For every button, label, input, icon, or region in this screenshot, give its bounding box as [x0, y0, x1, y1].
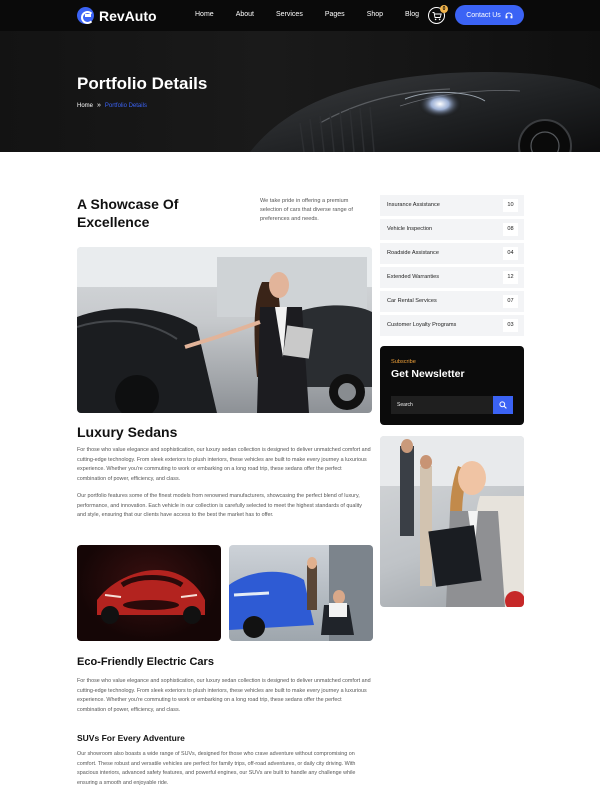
showroom-photo-art — [77, 247, 372, 413]
nav-services[interactable]: Services — [276, 11, 303, 18]
service-label: Insurance Assistance — [387, 202, 440, 208]
service-count: 04 — [503, 247, 518, 260]
service-item-loyalty[interactable]: Customer Loyalty Programs 03 — [380, 315, 524, 336]
contact-us-button[interactable]: Contact Us — [455, 5, 524, 25]
breadcrumb-home[interactable]: Home — [77, 103, 93, 109]
red-sports-car-image — [77, 545, 221, 641]
service-label: Extended Warranties — [387, 274, 440, 280]
breadcrumb-current: Portfolio Details — [104, 102, 147, 109]
newsletter-widget: Subscribe Get Newsletter Search — [380, 346, 524, 425]
phone-icon — [505, 12, 513, 18]
service-item-warranties[interactable]: Extended Warranties 12 — [380, 267, 524, 288]
suv-paragraph: Our showroom also boasts a wide range of… — [77, 751, 356, 786]
eco-paragraph: For those who value elegance and sophist… — [77, 678, 371, 713]
intro-heading: A Showcase Of Excellence — [77, 196, 179, 230]
newsletter-search-input[interactable]: Search — [391, 396, 493, 414]
service-label: Car Rental Services — [387, 298, 437, 304]
service-label: Customer Loyalty Programs — [387, 322, 457, 328]
blue-car-art — [229, 545, 373, 641]
red-car-art — [97, 570, 205, 624]
newsletter-search-button[interactable] — [493, 396, 513, 414]
nav-blog[interactable]: Blog — [405, 11, 419, 18]
breadcrumb: Home » Portfolio Details — [77, 102, 147, 109]
luxury-paragraph-2: Our portfolio features some of the fines… — [77, 493, 362, 519]
blue-car-service-image — [229, 545, 373, 641]
service-item-inspection[interactable]: Vehicle Inspection 08 — [380, 219, 524, 240]
page-hero-banner: Portfolio Details Home » Portfolio Detai… — [0, 31, 600, 152]
service-label: Vehicle Inspection — [387, 226, 433, 232]
service-count: 10 — [503, 199, 518, 212]
double-chevron-right-icon: » — [97, 102, 101, 109]
intro-text: We take pride in offering a premium sele… — [260, 198, 353, 222]
main-showroom-image — [77, 247, 372, 413]
nav-shop[interactable]: Shop — [367, 11, 383, 18]
brand-name: RevAuto — [99, 7, 157, 24]
top-navigation-bar: RevAuto Home About Services Pages Shop B… — [0, 0, 600, 31]
brand-logo[interactable]: RevAuto — [77, 7, 157, 24]
service-count: 03 — [503, 319, 518, 332]
newsletter-subtitle: Subscribe — [391, 359, 416, 365]
sales-agent-image — [380, 436, 524, 607]
cart-icon — [432, 12, 442, 21]
cart-count-badge: 0 — [440, 5, 448, 13]
logo-icon — [77, 7, 94, 24]
service-count: 12 — [503, 271, 518, 284]
luxury-sedans-heading: Luxury Sedans — [77, 424, 178, 440]
nav-pages[interactable]: Pages — [325, 11, 345, 18]
page-title: Portfolio Details — [77, 74, 208, 93]
newsletter-title: Get Newsletter — [391, 368, 465, 380]
cart-button[interactable]: 0 — [428, 5, 448, 24]
suv-heading: SUVs For Every Adventure — [77, 733, 185, 743]
service-count: 08 — [503, 223, 518, 236]
nav-home[interactable]: Home — [195, 11, 214, 18]
main-nav: Home About Services Pages Shop Blog — [195, 11, 441, 18]
luxury-paragraph-1: For those who value elegance and sophist… — [77, 447, 371, 482]
contact-us-label: Contact Us — [466, 11, 501, 19]
service-item-roadside[interactable]: Roadside Assistance 04 — [380, 243, 524, 264]
search-icon — [499, 401, 507, 409]
service-count: 07 — [503, 295, 518, 308]
nav-about[interactable]: About — [236, 11, 254, 18]
service-label: Roadside Assistance — [387, 250, 439, 256]
eco-electric-heading: Eco-Friendly Electric Cars — [77, 656, 214, 668]
service-item-insurance[interactable]: Insurance Assistance 10 — [380, 195, 524, 216]
service-item-rental[interactable]: Car Rental Services 07 — [380, 291, 524, 312]
sales-agent-art — [380, 436, 524, 607]
